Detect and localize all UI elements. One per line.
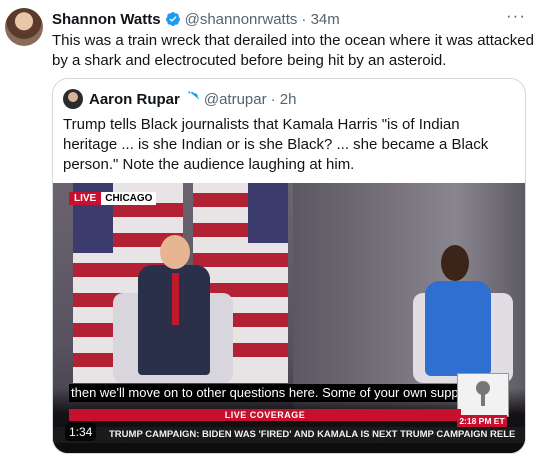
quoted-text: Trump tells Black journalists that Kamal… [63, 116, 489, 173]
quoted-time: · 2h [270, 90, 297, 108]
tweet-header: Shannon Watts @shannonrwatts · 34m [52, 9, 530, 29]
quoted-tweet[interactable]: Aaron Rupar @atrupar · 2h Trump tells Bl… [52, 78, 526, 454]
speaker-left-head [160, 235, 190, 269]
tweet-time[interactable]: · 34m [301, 11, 339, 28]
quoted-header: Aaron Rupar @atrupar · 2h [63, 89, 296, 109]
location-label: CHICAGO [101, 191, 157, 205]
closed-caption: then we'll move on to other questions he… [69, 384, 463, 402]
speaker-right [425, 281, 491, 376]
verified-badge-icon [188, 91, 199, 102]
quoted-author-name: Aaron Rupar [89, 90, 180, 108]
tie [172, 273, 179, 325]
clock: 2:18 PM ET [457, 415, 507, 427]
news-ticker: TRUMP CAMPAIGN: BIDEN WAS 'FIRED' AND KA… [53, 427, 525, 443]
verified-badge-icon [165, 12, 180, 26]
live-badge: LIVE CHICAGO [69, 191, 157, 205]
tweet-text: This was a train wreck that derailed int… [52, 32, 534, 69]
quoted-avatar [63, 89, 83, 109]
video-duration: 1:34 [65, 423, 97, 441]
avatar[interactable] [5, 8, 43, 46]
more-options-icon[interactable]: ··· [506, 6, 526, 26]
author-handle[interactable]: @shannonrwatts [185, 11, 298, 28]
ticker-text: TRUMP CAMPAIGN: BIDEN WAS 'FIRED' AND KA… [109, 429, 516, 440]
quoted-handle: @atrupar [203, 90, 267, 108]
coverage-banner: LIVE COVERAGE [69, 409, 461, 421]
author-name[interactable]: Shannon Watts [52, 11, 161, 28]
network-logo-icon [457, 373, 509, 417]
live-label: LIVE [69, 191, 102, 205]
speaker-right-head [441, 245, 469, 281]
video-player[interactable]: LIVE CHICAGO then we'll move on to other… [53, 183, 525, 453]
